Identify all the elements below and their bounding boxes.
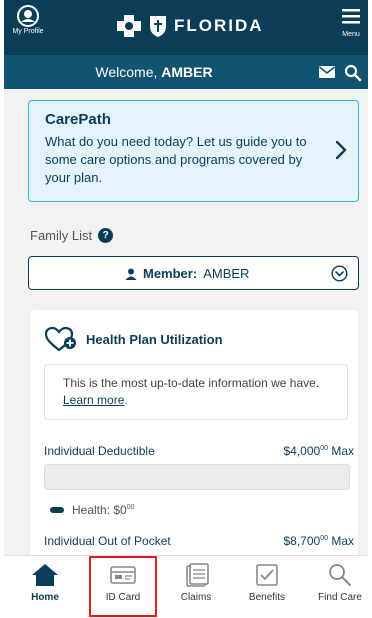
utilization-title-row: Health Plan Utilization xyxy=(44,326,223,352)
deductible-legend: Health: $000 xyxy=(50,503,135,517)
welcome-prefix: Welcome, xyxy=(95,64,162,80)
benefits-icon xyxy=(256,564,278,586)
member-name: AMBER xyxy=(203,266,250,281)
out-of-pocket-row: Individual Out of Pocket $8,70000 Max xyxy=(44,534,354,548)
deductible-progress-bar xyxy=(44,464,350,490)
welcome-bar: Welcome, AMBER xyxy=(4,55,368,89)
legend-cents: 00 xyxy=(126,504,135,511)
magnifier-icon xyxy=(329,564,351,586)
app-screen: My Profile FLORIDA Menu Welcome, AMBER C… xyxy=(4,0,368,618)
heart-plus-icon xyxy=(44,326,76,352)
cross-logo-icon xyxy=(117,15,141,37)
mail-icon[interactable] xyxy=(318,65,336,79)
top-bar: My Profile FLORIDA Menu xyxy=(4,0,368,55)
my-profile-label: My Profile xyxy=(12,28,44,35)
legend-swatch xyxy=(50,507,64,513)
chevron-right-icon xyxy=(335,140,347,160)
help-icon[interactable]: ? xyxy=(98,228,114,243)
brand-logo: FLORIDA xyxy=(116,14,264,38)
deductible-dollars: $4,000 xyxy=(283,444,321,458)
profile-icon xyxy=(17,5,39,27)
chevron-down-circle-icon xyxy=(331,265,348,282)
health-plan-utilization-card: Health Plan Utilization This is the most… xyxy=(30,310,358,570)
oop-amount: $8,70000 Max xyxy=(283,534,354,548)
home-icon xyxy=(32,564,58,586)
deductible-max: Max xyxy=(327,444,354,458)
deductible-amount: $4,00000 Max xyxy=(283,444,354,458)
member-prefix: Member: xyxy=(143,266,198,281)
carepath-card[interactable]: CarePath What do you need today? Let us … xyxy=(28,100,359,202)
nav-find-care-label: Find Care xyxy=(318,592,362,603)
info-note-suffix: . xyxy=(124,393,128,407)
family-list-header: Family List ? xyxy=(30,228,114,243)
info-note-text: This is the most up-to-date information … xyxy=(63,376,320,390)
menu-button[interactable]: Menu xyxy=(338,8,364,38)
oop-label: Individual Out of Pocket xyxy=(44,534,171,548)
search-icon[interactable] xyxy=(344,64,362,82)
member-selector[interactable]: Member: AMBER xyxy=(28,256,359,290)
nav-benefits-label: Benefits xyxy=(248,592,286,603)
claims-icon xyxy=(186,563,209,587)
deductible-cents: 00 xyxy=(320,445,328,452)
menu-label: Menu xyxy=(342,31,360,38)
oop-cents: 00 xyxy=(320,535,328,542)
oop-dollars: $8,700 xyxy=(283,534,321,548)
id-card-highlight-box xyxy=(89,556,157,617)
deductible-row: Individual Deductible $4,00000 Max xyxy=(44,444,354,458)
nav-home-label: Home xyxy=(31,592,59,603)
welcome-name: AMBER xyxy=(161,64,213,80)
carepath-title: CarePath xyxy=(45,111,111,128)
nav-find-care[interactable]: Find Care xyxy=(307,562,368,603)
nav-home[interactable]: Home xyxy=(12,562,78,603)
info-note: This is the most up-to-date information … xyxy=(44,364,348,420)
legend-label: Health: $000 xyxy=(72,503,135,517)
legend-label-text: Health: $0 xyxy=(72,503,127,517)
member-selector-text: Member: AMBER xyxy=(125,266,249,281)
nav-benefits[interactable]: Benefits xyxy=(234,562,300,603)
deductible-label: Individual Deductible xyxy=(44,444,155,458)
learn-more-link[interactable]: Learn more xyxy=(63,393,124,407)
my-profile-button[interactable]: My Profile xyxy=(10,5,46,35)
oop-max: Max xyxy=(327,534,354,548)
brand-name: FLORIDA xyxy=(174,16,264,35)
nav-claims[interactable]: Claims xyxy=(163,562,229,603)
welcome-text: Welcome, AMBER xyxy=(4,64,304,80)
hamburger-icon xyxy=(342,9,360,24)
carepath-description: What do you need today? Let us guide you… xyxy=(45,134,307,185)
family-list-label: Family List xyxy=(30,228,93,243)
shield-logo-icon xyxy=(150,16,166,37)
person-icon xyxy=(125,268,137,280)
nav-claims-label: Claims xyxy=(180,592,212,603)
utilization-title: Health Plan Utilization xyxy=(86,331,223,347)
bottom-navigation: Home ID Card Claims Benefits Find Care xyxy=(4,555,368,618)
